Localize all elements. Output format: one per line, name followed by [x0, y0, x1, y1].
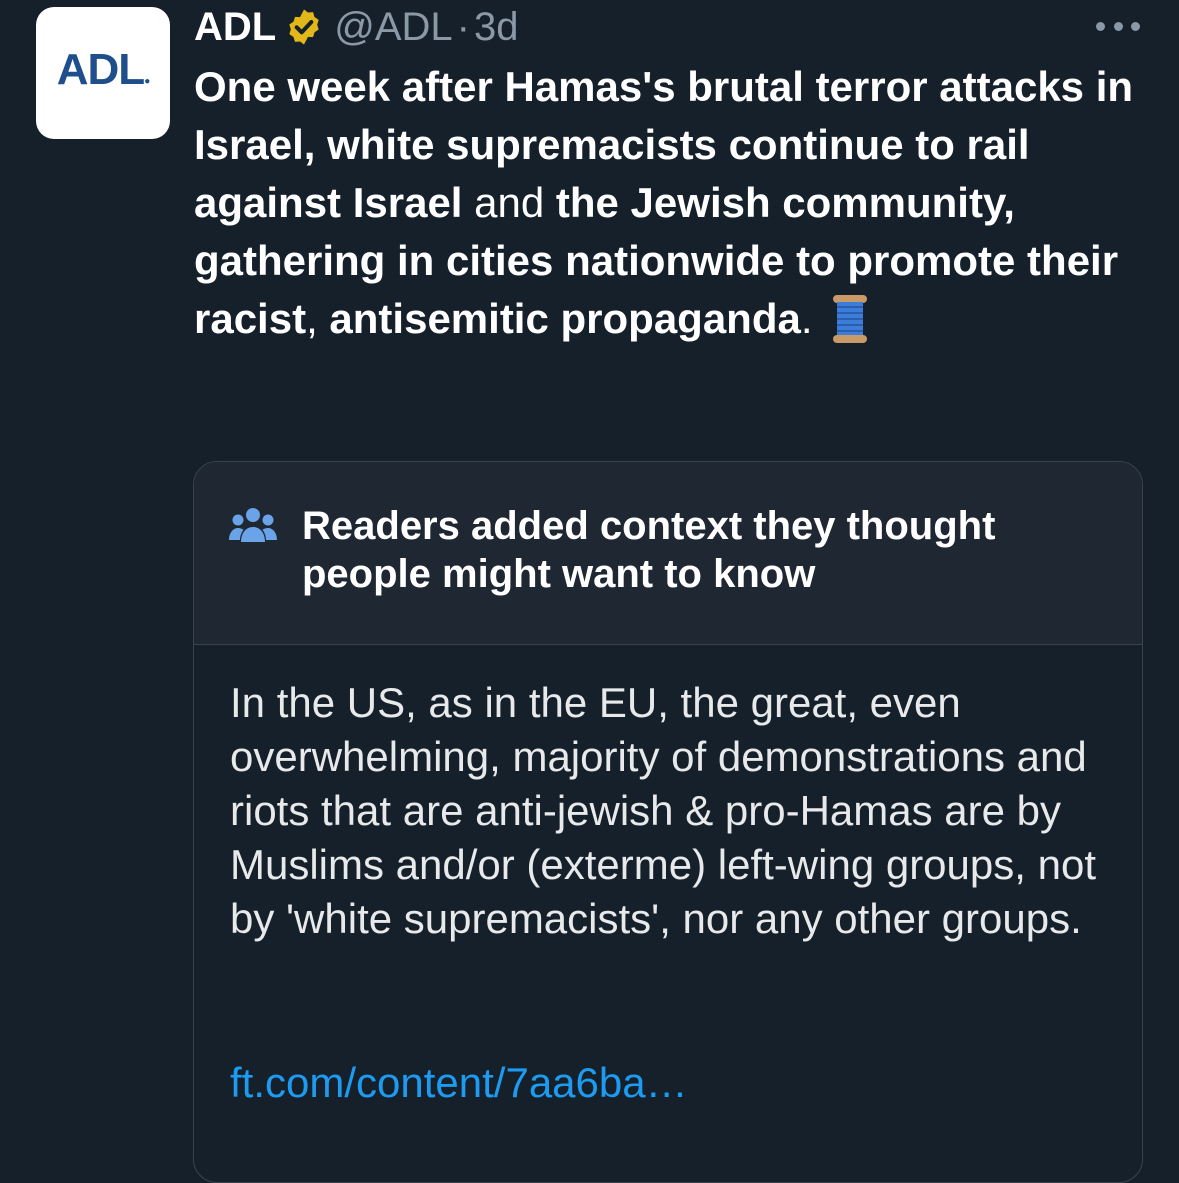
more-options-icon[interactable] [1096, 14, 1140, 38]
community-note[interactable]: Readers added context they thought peopl… [193, 461, 1143, 1183]
author-name[interactable]: ADL [194, 5, 276, 50]
community-note-body: In the US, as in the EU, the great, even… [230, 679, 1096, 942]
people-icon [229, 508, 277, 542]
avatar-logo: ADL● [56, 45, 150, 94]
tweet-segment-plain: , [306, 295, 330, 342]
tweet-text: One week after Hamas's brutal terror att… [194, 58, 1164, 348]
separator-dot: · [456, 4, 470, 49]
more-dot [1131, 21, 1140, 31]
tweet-timestamp[interactable]: 3d [474, 5, 519, 50]
tweet-header: ADL @ADL · 3d [194, 2, 518, 52]
verified-badge-icon [289, 9, 319, 45]
more-dot [1113, 21, 1123, 31]
tweet-segment-bold: antisemitic propaganda [329, 295, 801, 342]
tweet-segment-plain: . [800, 295, 813, 342]
more-dot [1096, 21, 1105, 31]
avatar[interactable]: ADL● [36, 7, 170, 139]
community-note-title: Readers added context they thought peopl… [302, 504, 996, 596]
spool-of-thread-icon [833, 295, 868, 343]
tweet-segment-plain: and [462, 179, 556, 226]
community-note-header: Readers added context they thought peopl… [194, 462, 1142, 645]
community-note-link[interactable]: ft.com/content/7aa6ba… [230, 1056, 688, 1110]
author-handle[interactable]: @ADL [334, 5, 452, 50]
